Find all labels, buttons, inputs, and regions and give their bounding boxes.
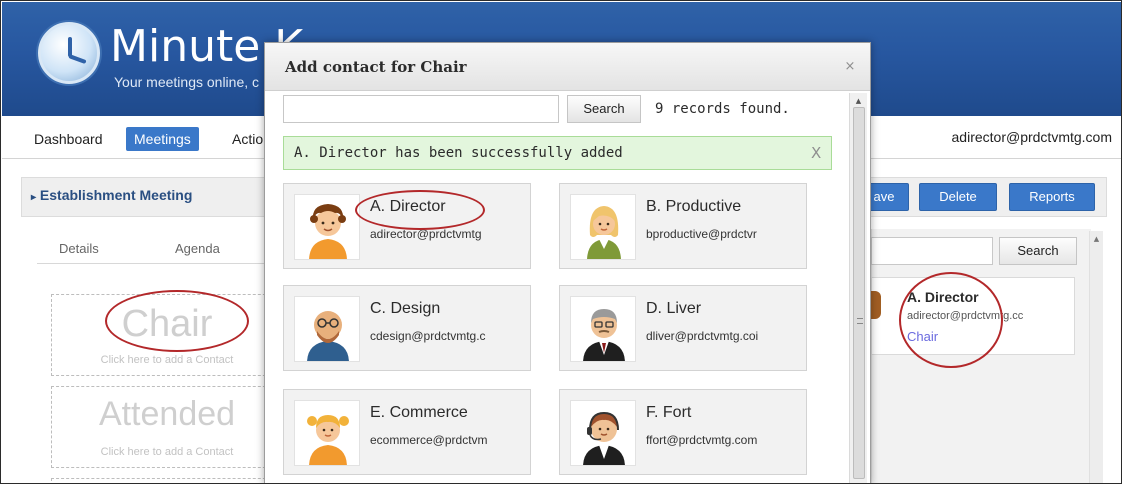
scroll-up-icon[interactable]: ▲ — [1090, 235, 1103, 243]
contact-email: adirector@prdctvmtg — [370, 227, 482, 241]
slot-hint: Click here to add a Contact — [100, 354, 234, 366]
slot-hint: Click here to add a Contact — [100, 446, 234, 458]
reports-button[interactable]: Reports — [1009, 183, 1095, 211]
scroll-up-icon[interactable]: ▲ — [850, 95, 867, 107]
panel-search-input[interactable] — [871, 237, 993, 265]
grip-icon — [857, 318, 863, 324]
contact-email: ecommerce@prdctvm — [370, 433, 488, 447]
tab-agenda[interactable]: Agenda — [175, 241, 220, 256]
panel-scrollbar[interactable]: ▲ — [1089, 231, 1103, 483]
annotation-ellipse-chair — [105, 290, 249, 352]
contact-email: dliver@prdctvmtg.coi — [646, 329, 759, 343]
alert-close-button[interactable]: X — [811, 144, 821, 162]
meeting-title-text: Establishment Meeting — [39, 187, 193, 203]
contact-card[interactable]: C. Design cdesign@prdctvmtg.c — [283, 285, 531, 371]
clock-logo-icon — [38, 22, 100, 84]
close-icon[interactable]: × — [842, 59, 858, 75]
contact-card[interactable]: F. Fort ffort@prdctvmtg.com — [559, 389, 807, 475]
contact-card[interactable]: B. Productive bproductive@prdctvr — [559, 183, 807, 269]
next-slot[interactable] — [51, 478, 281, 483]
contact-name: F. Fort — [646, 404, 692, 421]
meeting-title[interactable]: ▸ Establishment Meeting — [31, 187, 192, 203]
avatar-female-blonde-icon — [570, 194, 636, 260]
scroll-thumb[interactable] — [853, 107, 865, 479]
contact-email: bproductive@prdctvr — [646, 227, 757, 241]
annotation-ellipse-card-name — [355, 190, 485, 230]
contact-search-input[interactable] — [283, 95, 559, 123]
delete-button[interactable]: Delete — [919, 183, 997, 211]
dialog-scrollbar[interactable]: ▲ — [849, 93, 867, 483]
slot-title: Attended — [98, 395, 236, 433]
avatar-female-pigtails-icon — [294, 400, 360, 466]
tab-details[interactable]: Details — [59, 241, 99, 256]
expand-arrow-icon: ▸ — [31, 192, 37, 203]
avatar — [871, 291, 881, 319]
contact-email: ffort@prdctvmtg.com — [646, 433, 758, 447]
contact-name: E. Commerce — [370, 404, 468, 421]
contact-search-button[interactable]: Search — [567, 95, 641, 123]
dialog-title: Add contact for Chair — [285, 58, 467, 76]
success-alert: A. Director has been successfully added … — [283, 136, 832, 170]
contact-name: C. Design — [370, 300, 441, 317]
contact-email: cdesign@prdctvmtg.c — [370, 329, 486, 343]
avatar-male-bald-icon — [294, 296, 360, 362]
app-tagline: Your meetings online, c — [114, 74, 260, 90]
attended-slot[interactable]: Attended Click here to add a Contact — [51, 386, 281, 468]
alert-message: A. Director has been successfully added — [294, 145, 623, 161]
add-contact-dialog: Add contact for Chair × Search 9 records… — [264, 42, 871, 483]
screen: Minute K Your meetings online, c Dashboa… — [0, 0, 1122, 484]
contact-name: B. Productive — [646, 198, 742, 215]
contact-name: D. Liver — [646, 300, 702, 317]
dialog-header: Add contact for Chair × — [265, 43, 870, 91]
avatar-male-suit-icon — [570, 296, 636, 362]
records-count: 9 records found. — [655, 101, 790, 117]
annotation-ellipse-selected — [899, 272, 1003, 368]
avatar-male-curly-icon — [294, 194, 360, 260]
contact-card[interactable]: E. Commerce ecommerce@prdctvm — [283, 389, 531, 475]
nav-item-meetings[interactable]: Meetings — [126, 127, 199, 151]
contact-card[interactable]: D. Liver dliver@prdctvmtg.coi — [559, 285, 807, 371]
user-email[interactable]: adirector@prdctvmtg.com — [952, 129, 1112, 145]
panel-search-button[interactable]: Search — [999, 237, 1077, 265]
avatar-male-headset-icon — [570, 400, 636, 466]
nav-item-dashboard[interactable]: Dashboard — [26, 127, 111, 151]
